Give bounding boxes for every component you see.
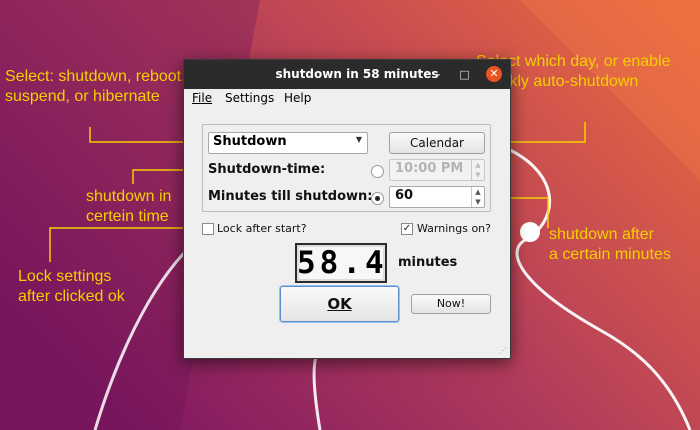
- menu-file[interactable]: File: [192, 91, 212, 105]
- maximize-icon[interactable]: □: [457, 67, 472, 82]
- annotation-certain-time: shutdown in certein time: [86, 188, 172, 225]
- mode-dropdown[interactable]: Shutdown ▼: [208, 132, 368, 154]
- warnings-label: Warnings on?: [417, 222, 491, 235]
- minutes-radio[interactable]: [371, 192, 384, 205]
- spin-arrows-icon[interactable]: ▲ ▼: [471, 160, 484, 180]
- chevron-down-icon: ▼: [355, 135, 362, 144]
- spin-arrows-icon[interactable]: ▲ ▼: [471, 187, 484, 207]
- close-icon[interactable]: ✕: [486, 66, 502, 82]
- shutdown-time-field[interactable]: 10:00 PM ▲ ▼: [389, 159, 485, 181]
- ok-button[interactable]: OK: [280, 286, 399, 322]
- shutdown-window: shutdown in 58 minutes – □ ✕ File Settin…: [183, 59, 511, 359]
- lock-checkbox[interactable]: [202, 223, 214, 235]
- shutdown-time-radio[interactable]: [371, 165, 384, 178]
- minutes-label: Minutes till shutdown:: [208, 189, 373, 204]
- mode-value: Shutdown: [213, 134, 287, 149]
- now-button[interactable]: Now!: [411, 294, 491, 314]
- annotation-select-mode: Select: shutdown, reboot, suspend, or hi…: [5, 68, 186, 105]
- menu-bar: File Settings Help: [184, 89, 510, 109]
- calendar-button[interactable]: Calendar: [389, 132, 485, 154]
- shutdown-time-label: Shutdown-time:: [208, 162, 326, 177]
- annotation-lock-settings: Lock settings after clicked ok: [18, 268, 125, 305]
- ok-label: OK: [327, 295, 352, 313]
- menu-help[interactable]: Help: [284, 91, 311, 105]
- countdown-unit: minutes: [398, 255, 458, 270]
- menu-settings[interactable]: Settings: [225, 91, 274, 105]
- lock-label: Lock after start?: [217, 222, 307, 235]
- minutes-value: 60: [395, 188, 414, 203]
- minutes-field[interactable]: 60 ▲ ▼: [389, 186, 485, 208]
- shutdown-time-value: 10:00 PM: [395, 161, 464, 176]
- annotation-after-minutes: shutdown after a certain minutes: [549, 226, 671, 263]
- resize-grip-icon[interactable]: ⋰: [499, 346, 507, 355]
- countdown-display: 58.4: [295, 243, 388, 283]
- minimize-icon[interactable]: –: [430, 67, 445, 82]
- title-bar[interactable]: shutdown in 58 minutes – □ ✕: [184, 60, 510, 89]
- warnings-checkbox[interactable]: ✓: [401, 223, 413, 235]
